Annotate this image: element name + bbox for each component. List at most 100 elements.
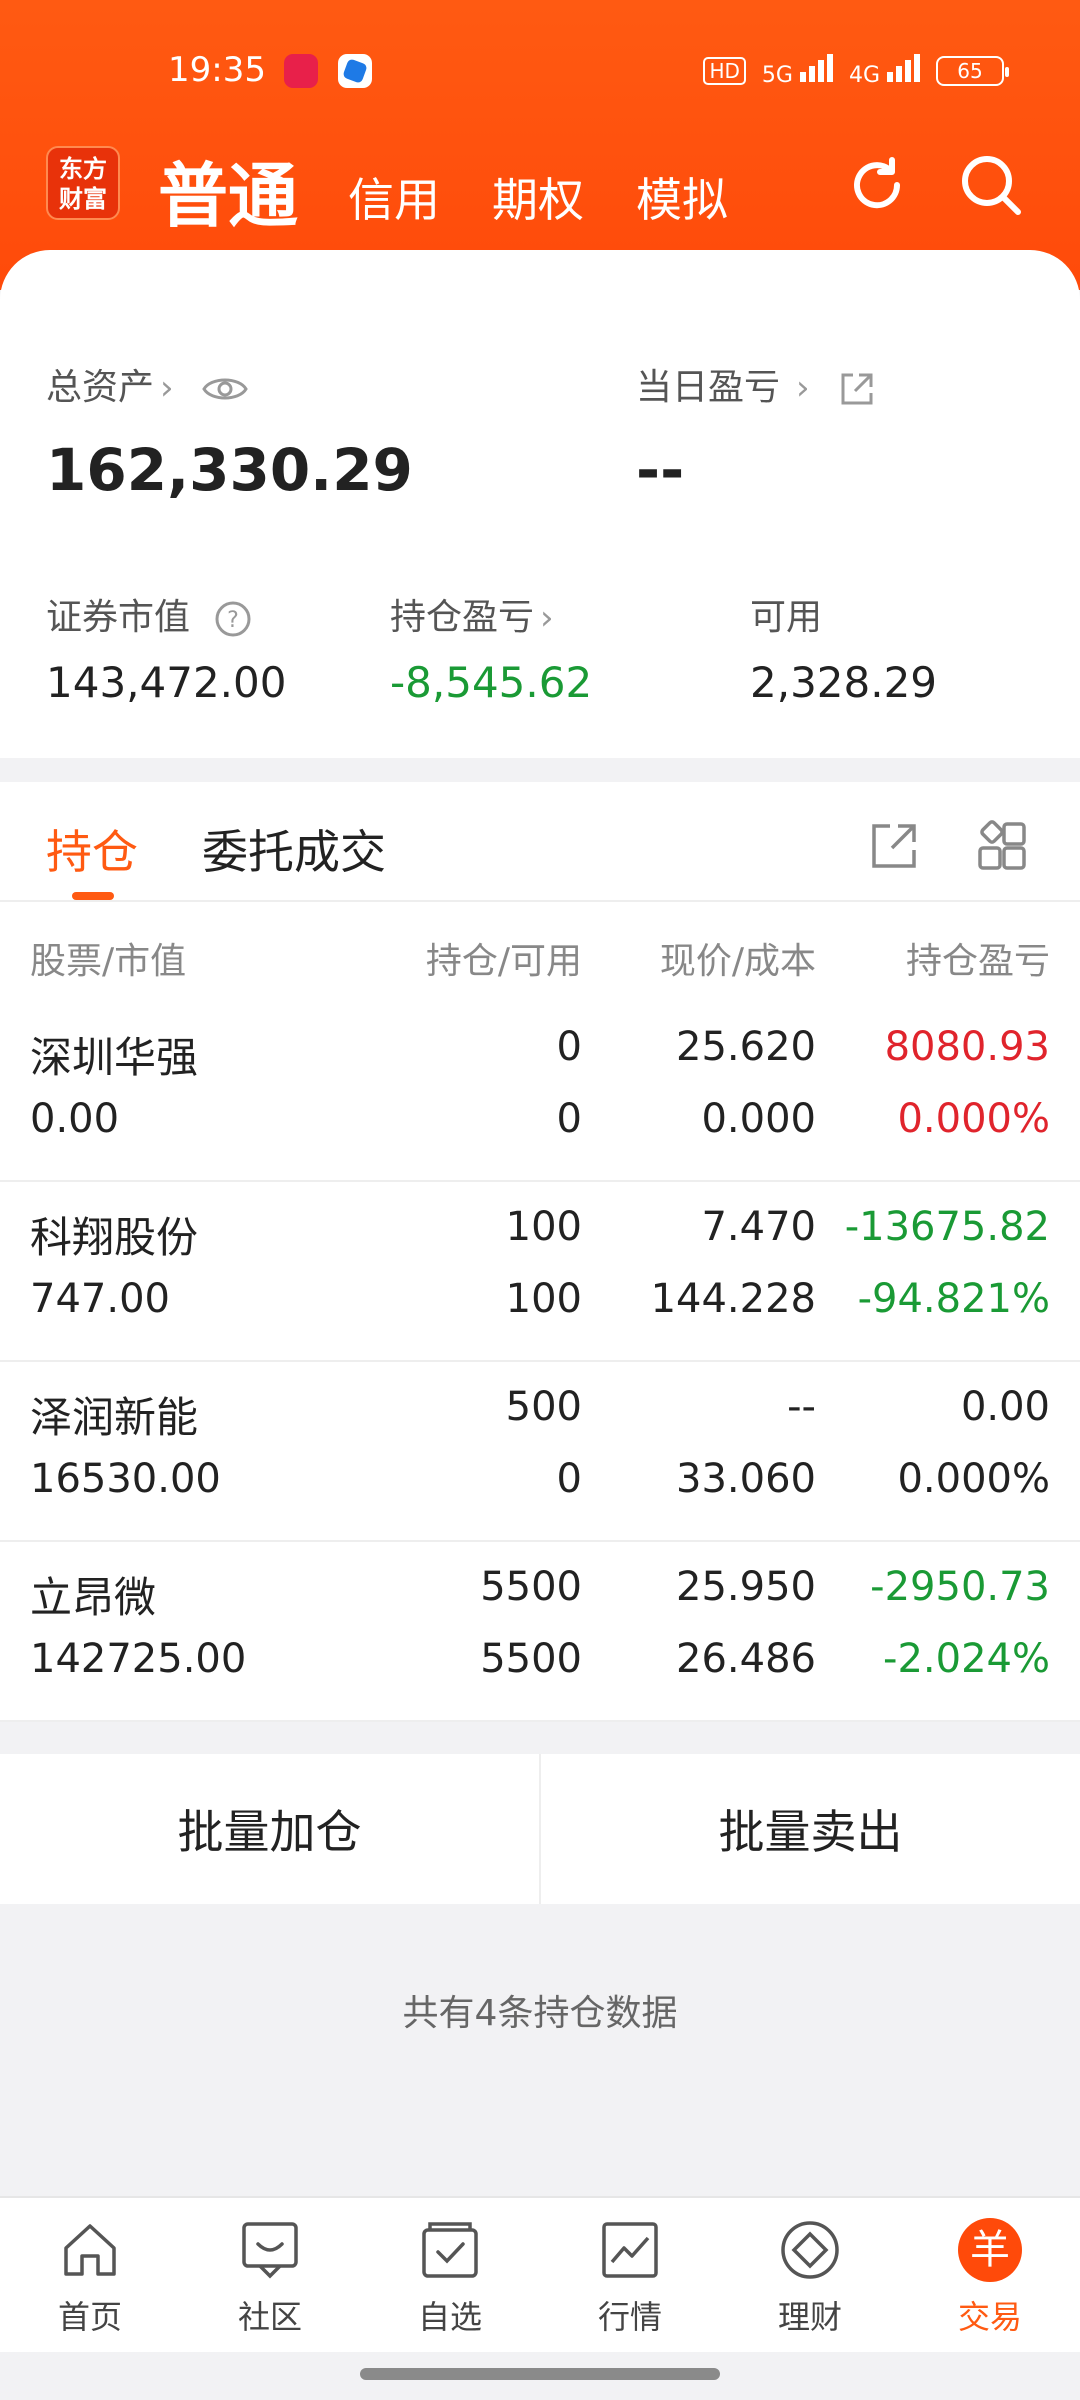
eye-icon[interactable] xyxy=(201,371,249,407)
stock-price: 7.470 xyxy=(701,1204,816,1250)
chevron-right-icon: › xyxy=(796,368,810,408)
active-tab-indicator xyxy=(72,892,114,900)
col-pl: 持仓盈亏 xyxy=(905,941,1050,982)
stock-name: 泽润新能 xyxy=(30,1393,199,1442)
share-icon xyxy=(872,824,916,868)
layout-toggle-button[interactable] xyxy=(974,818,1030,874)
nav-label: 理财 xyxy=(777,2298,842,2336)
holdings-tabs: 持仓 委托成交 xyxy=(0,782,1080,902)
stock-market-value: 142725.00 xyxy=(30,1636,247,1682)
stock-market-value: 16530.00 xyxy=(30,1456,221,1502)
signal-4g-label: 4G xyxy=(848,63,880,88)
stock-pl-pct: 0.000% xyxy=(897,1096,1050,1142)
search-button[interactable] xyxy=(956,150,1026,220)
stock-name: 科翔股份 xyxy=(30,1213,199,1262)
position-pl-value: -8,545.62 xyxy=(390,658,593,707)
eastmoney-logo: 东方 财富 xyxy=(46,146,120,220)
sheet-top xyxy=(0,250,1080,310)
nav-community[interactable]: 社区 xyxy=(180,2198,360,2352)
stock-pl: 8080.93 xyxy=(884,1024,1050,1070)
nav-trade[interactable]: 羊 交易 xyxy=(900,2198,1080,2352)
table-row[interactable]: 科翔股份 747.00 100 100 7.470 144.228 -13675… xyxy=(0,1182,1080,1362)
stock-pl: 0.00 xyxy=(960,1384,1050,1430)
stock-position: 500 xyxy=(505,1384,582,1430)
chevron-right-icon: › xyxy=(160,368,174,408)
stock-cost: 33.060 xyxy=(676,1456,816,1502)
account-type-nav: 东方 财富 普通 信用 期权 模拟 xyxy=(0,140,1080,250)
table-row[interactable]: 深圳华强 0.00 0 0 25.620 0.000 8080.93 0.000… xyxy=(0,1002,1080,1182)
market-value: 143,472.00 xyxy=(46,658,287,707)
stock-market-value: 0.00 xyxy=(30,1096,120,1142)
stock-market-value: 747.00 xyxy=(30,1276,170,1322)
app-notification-icon xyxy=(338,54,372,88)
col-position: 持仓/可用 xyxy=(425,941,582,982)
table-row[interactable]: 泽润新能 16530.00 500 0 -- 33.060 0.00 0.000… xyxy=(0,1362,1080,1542)
tab-credit[interactable]: 信用 xyxy=(348,164,440,230)
help-icon[interactable]: ? xyxy=(213,599,253,639)
tab-positions[interactable]: 持仓 xyxy=(46,816,138,882)
available-value: 2,328.29 xyxy=(750,658,938,707)
batch-actions: 批量加仓 批量卖出 xyxy=(0,1754,1080,1904)
position-pl-link[interactable]: 持仓盈亏 › xyxy=(390,588,554,640)
logo-line-2: 财富 xyxy=(59,185,107,213)
tab-simulated[interactable]: 模拟 xyxy=(636,164,728,230)
total-assets-value: 162,330.29 xyxy=(46,436,413,504)
export-button[interactable] xyxy=(866,818,922,874)
search-icon xyxy=(962,156,1021,215)
daily-pl-label: 当日盈亏 xyxy=(636,367,781,408)
stock-available: 100 xyxy=(505,1276,582,1322)
holdings-card: 持仓 委托成交 股票/市值 持仓/可用 现价/成本 持仓盈亏 深圳华强 0.00… xyxy=(0,782,1080,1722)
refresh-button[interactable] xyxy=(842,150,912,220)
batch-sell-button[interactable]: 批量卖出 xyxy=(539,1754,1080,1904)
col-price: 现价/成本 xyxy=(659,941,816,982)
position-pl-label: 持仓盈亏 xyxy=(390,597,535,638)
share-icon[interactable] xyxy=(837,369,877,409)
market-value-label: 证券市值 xyxy=(46,597,191,638)
signal-5g-label: 5G xyxy=(761,63,793,88)
signal-5g-icon: 5G xyxy=(762,54,833,88)
stock-cost: 26.486 xyxy=(676,1636,816,1682)
refresh-icon xyxy=(854,157,901,209)
stock-position: 100 xyxy=(505,1204,582,1250)
stock-name: 立昂微 xyxy=(30,1573,157,1622)
stock-position: 5500 xyxy=(480,1564,582,1610)
stock-price: 25.620 xyxy=(676,1024,816,1070)
gesture-bar[interactable] xyxy=(360,2368,720,2380)
stock-pl-pct: -94.821% xyxy=(857,1276,1050,1322)
status-time: 19:35 xyxy=(168,50,266,90)
nav-label: 行情 xyxy=(597,2298,662,2336)
tab-options[interactable]: 期权 xyxy=(492,164,584,230)
table-header: 股票/市值 持仓/可用 现价/成本 持仓盈亏 xyxy=(0,904,1080,1004)
col-stock: 股票/市值 xyxy=(30,941,187,982)
market-value-label-group: 证券市值 ? xyxy=(46,588,253,640)
signal-4g-icon: 4G xyxy=(849,54,920,88)
market-icon xyxy=(602,2222,658,2278)
daily-pl-value: -- xyxy=(636,436,685,504)
table-row[interactable]: 立昂微 142725.00 5500 5500 25.950 26.486 -2… xyxy=(0,1542,1080,1722)
home-icon xyxy=(64,2224,116,2276)
stock-price: 25.950 xyxy=(676,1564,816,1610)
system-icons: HD 5G 4G 65 xyxy=(703,54,1009,88)
stock-available: 0 xyxy=(556,1456,582,1502)
trade-icon: 羊 xyxy=(958,2218,1022,2282)
community-icon xyxy=(242,2222,298,2279)
svg-text:?: ? xyxy=(228,608,240,633)
tab-orders[interactable]: 委托成交 xyxy=(202,816,386,882)
stock-available: 0 xyxy=(556,1096,582,1142)
daily-pl-link[interactable]: 当日盈亏 › xyxy=(636,358,877,410)
music-app-icon xyxy=(284,54,318,88)
nav-label: 自选 xyxy=(417,2298,482,2336)
nav-home[interactable]: 首页 xyxy=(0,2198,180,2352)
nav-market[interactable]: 行情 xyxy=(540,2198,720,2352)
bottom-nav: 首页 社区 自选 行情 理财 羊 交易 xyxy=(0,2196,1080,2352)
nav-label: 交易 xyxy=(957,2298,1022,2336)
nav-wealth[interactable]: 理财 xyxy=(720,2198,900,2352)
nav-watchlist[interactable]: 自选 xyxy=(360,2198,540,2352)
holdings-count-text: 共有4条持仓数据 xyxy=(402,1993,678,2034)
total-assets-link[interactable]: 总资产 › xyxy=(46,358,249,410)
hd-voice-icon: HD xyxy=(703,57,746,85)
chevron-right-icon: › xyxy=(540,598,554,638)
batch-add-button[interactable]: 批量加仓 xyxy=(0,1754,539,1904)
tab-normal[interactable]: 普通 xyxy=(158,140,298,241)
stock-pl-pct: -2.024% xyxy=(883,1636,1050,1682)
